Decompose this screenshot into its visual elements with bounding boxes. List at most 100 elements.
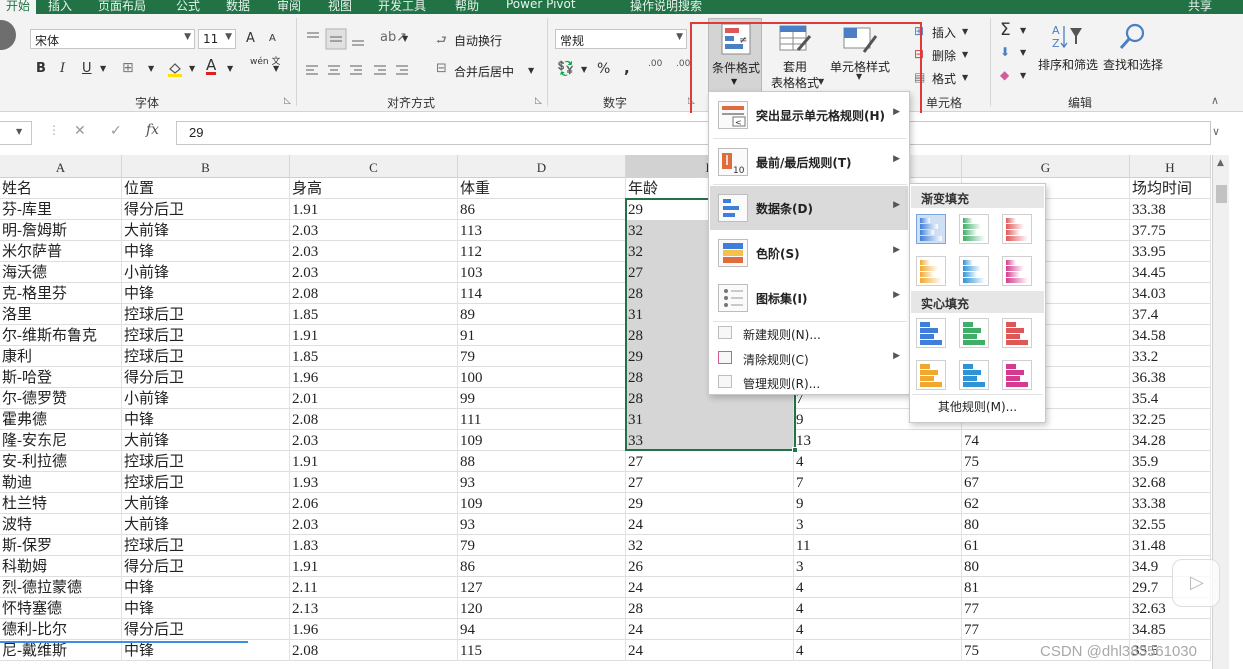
cell[interactable]: 身高 bbox=[290, 178, 458, 199]
cell[interactable]: 7 bbox=[794, 472, 962, 493]
cell[interactable]: 86 bbox=[458, 199, 626, 220]
cell[interactable]: 33 bbox=[626, 430, 794, 451]
cell[interactable]: 77 bbox=[962, 619, 1130, 640]
cell[interactable]: 小前锋 bbox=[122, 262, 290, 283]
cell[interactable]: 89 bbox=[458, 304, 626, 325]
cell[interactable]: 88 bbox=[458, 451, 626, 472]
cell[interactable]: 1.83 bbox=[290, 535, 458, 556]
phonetic-guide-icon[interactable]: wén 文 bbox=[250, 57, 280, 67]
cell[interactable]: 斯-保罗 bbox=[0, 535, 122, 556]
cell[interactable]: 99 bbox=[458, 388, 626, 409]
cell[interactable]: 13 bbox=[794, 430, 962, 451]
gradient-databar-option[interactable] bbox=[1002, 214, 1032, 244]
cell[interactable]: 113 bbox=[458, 220, 626, 241]
gradient-databar-option[interactable] bbox=[1002, 256, 1032, 286]
font-name-combo[interactable]: 宋体 ▼ bbox=[30, 29, 195, 49]
conditional-formatting-button[interactable]: ≠ 条件格式 ▼ bbox=[708, 18, 762, 92]
italic-button[interactable]: I bbox=[60, 61, 65, 76]
cell[interactable]: 79 bbox=[458, 346, 626, 367]
cell[interactable]: 4 bbox=[794, 451, 962, 472]
autosum-button[interactable]: Σ bbox=[1000, 20, 1011, 40]
cell[interactable]: 明-詹姆斯 bbox=[0, 220, 122, 241]
cell[interactable]: 120 bbox=[458, 598, 626, 619]
enter-icon[interactable]: ✓ bbox=[110, 123, 122, 139]
fill-color-icon[interactable] bbox=[166, 60, 184, 78]
menu-item-color-scales[interactable]: 色阶(S) ▶ bbox=[710, 231, 908, 275]
cell[interactable]: 中锋 bbox=[122, 640, 290, 661]
cell[interactable]: 24 bbox=[626, 514, 794, 535]
cell[interactable]: 80 bbox=[962, 514, 1130, 535]
cell[interactable]: 11 bbox=[794, 535, 962, 556]
cell[interactable]: 94 bbox=[458, 619, 626, 640]
bold-button[interactable]: B bbox=[36, 61, 46, 76]
cell[interactable]: 2.08 bbox=[290, 640, 458, 661]
tab-page-layout[interactable]: 页面布局 bbox=[98, 0, 146, 14]
more-rules-button[interactable]: 其他规则(M)... bbox=[910, 398, 1045, 415]
cell[interactable]: 2.08 bbox=[290, 283, 458, 304]
cell[interactable]: 中锋 bbox=[122, 409, 290, 430]
cell[interactable]: 2.03 bbox=[290, 241, 458, 262]
cell-styles-icon[interactable] bbox=[842, 24, 878, 56]
decrease-decimal-button[interactable]: .00 bbox=[676, 60, 690, 69]
cell[interactable]: 烈-德拉蒙德 bbox=[0, 577, 122, 598]
cell[interactable]: 中锋 bbox=[122, 241, 290, 262]
column-header[interactable]: G bbox=[962, 155, 1130, 178]
tab-home[interactable]: 开始 bbox=[0, 0, 37, 14]
cell[interactable]: 2.03 bbox=[290, 430, 458, 451]
cell[interactable]: 控球后卫 bbox=[122, 472, 290, 493]
chevron-down-icon[interactable]: ▼ bbox=[818, 77, 824, 86]
cell[interactable]: 93 bbox=[458, 472, 626, 493]
cell[interactable]: 37.75 bbox=[1130, 220, 1211, 241]
cell[interactable]: 2.11 bbox=[290, 577, 458, 598]
sort-filter-button[interactable]: 排序和筛选 bbox=[1036, 56, 1100, 73]
chevron-down-icon[interactable]: ▼ bbox=[402, 34, 408, 43]
cell[interactable]: 127 bbox=[458, 577, 626, 598]
cell[interactable]: 28 bbox=[626, 598, 794, 619]
solid-databar-option[interactable] bbox=[959, 360, 989, 390]
merge-center-button[interactable]: 合并后居中 bbox=[454, 63, 514, 80]
cell[interactable]: 31.48 bbox=[1130, 535, 1211, 556]
cell[interactable]: 米尔萨普 bbox=[0, 241, 122, 262]
cell[interactable]: 控球后卫 bbox=[122, 325, 290, 346]
cell[interactable]: 77 bbox=[962, 598, 1130, 619]
cell[interactable]: 怀特塞德 bbox=[0, 598, 122, 619]
cell[interactable]: 1.85 bbox=[290, 346, 458, 367]
cell[interactable]: 大前锋 bbox=[122, 430, 290, 451]
delete-cells-button[interactable]: 删除 bbox=[932, 47, 956, 64]
chevron-down-icon[interactable]: ▼ bbox=[856, 72, 862, 81]
cell[interactable]: 32.55 bbox=[1130, 514, 1211, 535]
format-as-table-button[interactable]: 套用 bbox=[778, 58, 812, 75]
cell[interactable]: 114 bbox=[458, 283, 626, 304]
cell[interactable]: 24 bbox=[626, 640, 794, 661]
play-button[interactable]: ▷ bbox=[1172, 559, 1220, 607]
cell[interactable]: 79 bbox=[458, 535, 626, 556]
chevron-down-icon[interactable]: ▼ bbox=[962, 50, 968, 59]
cell[interactable]: 克-格里芬 bbox=[0, 283, 122, 304]
cell[interactable]: 115 bbox=[458, 640, 626, 661]
cell[interactable]: 霍弗德 bbox=[0, 409, 122, 430]
cell[interactable]: 2.01 bbox=[290, 388, 458, 409]
cell[interactable]: 1.96 bbox=[290, 367, 458, 388]
cell[interactable]: 尔-德罗赞 bbox=[0, 388, 122, 409]
cell[interactable]: 海沃德 bbox=[0, 262, 122, 283]
find-select-button[interactable]: 查找和选择 bbox=[1101, 56, 1165, 73]
fill-down-icon[interactable]: ⬇ bbox=[1000, 45, 1010, 59]
increase-decimal-button[interactable]: .00 bbox=[648, 60, 662, 69]
cell[interactable]: 109 bbox=[458, 430, 626, 451]
cell[interactable]: 33.95 bbox=[1130, 241, 1211, 262]
insert-function-button[interactable]: fx bbox=[146, 122, 159, 138]
font-color-icon[interactable]: A bbox=[206, 58, 217, 75]
cell[interactable]: 33.38 bbox=[1130, 199, 1211, 220]
cell[interactable]: 27 bbox=[626, 451, 794, 472]
cell[interactable]: 中锋 bbox=[122, 283, 290, 304]
scroll-up-icon[interactable]: ▲ bbox=[1217, 158, 1224, 168]
share-button[interactable]: 共享 bbox=[1188, 0, 1212, 14]
dialog-launcher-icon[interactable]: ◺ bbox=[284, 96, 291, 106]
cell[interactable]: 86 bbox=[458, 556, 626, 577]
video-progress-bar[interactable] bbox=[0, 641, 248, 643]
cell[interactable]: 1.91 bbox=[290, 199, 458, 220]
underline-button[interactable]: U bbox=[82, 61, 92, 76]
grow-font-button[interactable]: A bbox=[246, 31, 255, 46]
currency-icon[interactable]: 💱 bbox=[557, 61, 574, 77]
cell[interactable]: 2.03 bbox=[290, 262, 458, 283]
